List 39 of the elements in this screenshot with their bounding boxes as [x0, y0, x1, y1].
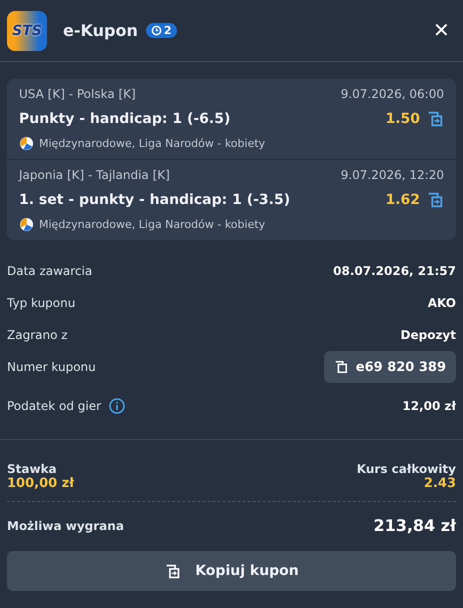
detail-value: AKO [428, 296, 456, 310]
logo: STS [7, 10, 47, 50]
detail-value: 08.07.2026, 21:57 [333, 264, 456, 278]
detail-value: Depozyt [400, 328, 456, 342]
stake-label: Stawka [7, 462, 58, 476]
info-icon[interactable] [109, 398, 126, 414]
league-name: Międzynarodowe, Liga Narodów - kobiety [39, 137, 266, 150]
detail-label: Numer kuponu [7, 360, 96, 374]
bet-count-badge: 2 [146, 23, 176, 38]
total-odds-label: Kurs całkowity [356, 462, 456, 476]
bet-market: Punkty - handicap: 1 (-6.5) [19, 111, 230, 127]
league-name: Międzynarodowe, Liga Narodów - kobiety [39, 218, 266, 231]
match-date: 9.07.2026, 06:00 [340, 87, 444, 101]
detail-value: 12,00 zł [402, 399, 456, 413]
possible-win-value: 213,84 zł [373, 516, 456, 535]
close-button[interactable]: ✕ [427, 18, 456, 43]
clock-icon [150, 25, 162, 36]
detail-label: Typ kuponu [7, 296, 76, 310]
copy-icon [164, 562, 182, 580]
total-odds-value: 2.43 [424, 476, 456, 491]
copy-coupon-button[interactable]: Kopiuj kupon [7, 551, 456, 591]
bet-odds: 1.50 [385, 111, 420, 127]
detail-label: Podatek od gier [7, 399, 102, 413]
volleyball-icon [19, 217, 34, 232]
bet-market: 1. set - punkty - handicap: 1 (-3.5) [19, 192, 290, 208]
match-teams: Japonia [K] - Tajlandia [K] [19, 168, 170, 182]
volleyball-icon [19, 136, 34, 151]
copy-icon[interactable] [426, 191, 444, 209]
detail-label: Zagrano z [7, 328, 68, 342]
stake-value: 100,00 zł [7, 476, 74, 491]
copy-icon [334, 360, 348, 374]
match-teams: USA [K] - Polska [K] [19, 87, 136, 101]
coupon-title: e-Kupon [63, 21, 138, 40]
copy-icon[interactable] [426, 110, 444, 128]
coupon-number-button[interactable]: e69 820 389 [324, 351, 456, 383]
possible-win-label: Możliwa wygrana [7, 518, 124, 532]
detail-label: Data zawarcia [7, 264, 92, 278]
bet-odds: 1.62 [385, 192, 420, 208]
match-date: 9.07.2026, 12:20 [340, 168, 444, 182]
